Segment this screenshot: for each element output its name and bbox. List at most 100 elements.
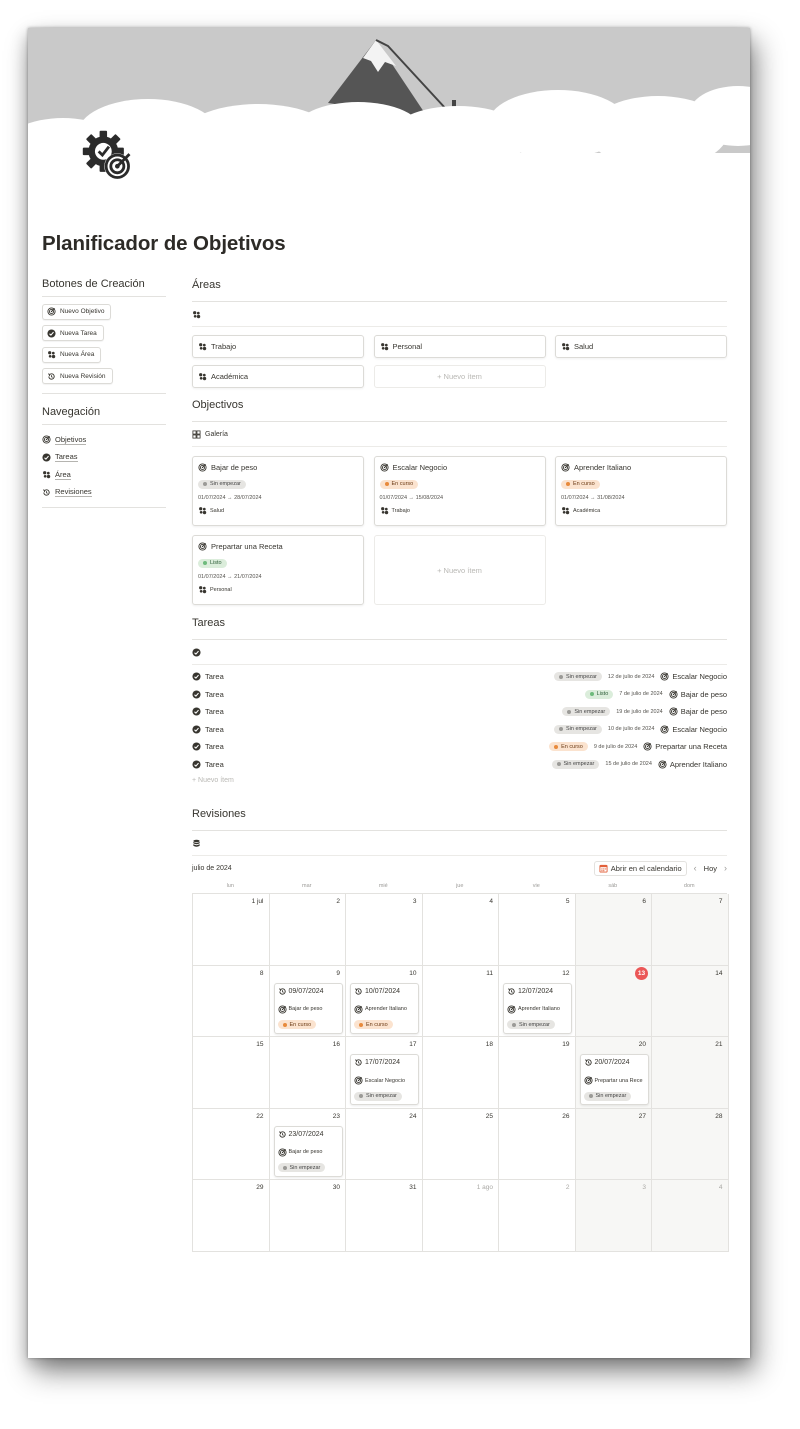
status-badge: Sin empezar xyxy=(562,707,611,717)
task-objective[interactable]: Prepartar una Receta xyxy=(643,742,727,751)
area-icon xyxy=(42,470,51,479)
task-objective[interactable]: Escalar Negocio xyxy=(660,725,727,734)
task-objective[interactable]: Escalar Negocio xyxy=(660,672,727,681)
task-row[interactable]: Tarea Sin empezar 15 de julio de 2024 Apren… xyxy=(192,756,727,774)
calendar-day-cell[interactable]: 22 xyxy=(193,1108,270,1181)
task-objective[interactable]: Bajar de peso xyxy=(669,690,727,699)
calendar-day-cell[interactable]: 2 xyxy=(269,894,346,966)
new-area-button[interactable]: Nueva Área xyxy=(42,346,102,363)
new-task-button[interactable]: Nueva Tarea xyxy=(42,325,104,341)
calendar-day-cell[interactable]: 15 xyxy=(193,1037,270,1109)
calendar-day-cell[interactable]: 20 20/07/2024 Prepartar una Rece Sin empeza… xyxy=(575,1037,652,1109)
status-badge: Sin empezar xyxy=(583,1091,632,1101)
task-row[interactable]: Tarea Listo 7 de julio de 2024 Bajar de pes… xyxy=(192,686,727,704)
review-date: 23/07/2024 xyxy=(288,1130,324,1138)
task-objective[interactable]: Aprender Italiano xyxy=(658,760,727,769)
calendar-day-cell[interactable]: 1 jul xyxy=(193,894,270,966)
calendar-day-cell[interactable]: 1 ago xyxy=(422,1180,499,1252)
review-event-card[interactable]: 20/07/2024 Prepartar una Rece Sin empezar xyxy=(579,1054,649,1106)
task-row[interactable]: Tarea Sin empezar 19 de julio de 2024 Bajar… xyxy=(192,703,727,721)
prev-month-button[interactable]: ‹ xyxy=(694,863,697,873)
review-event-card[interactable]: 12/07/2024 Aprender Italiano Sin empezar xyxy=(503,982,572,1034)
calendar-day-cell[interactable]: 9 09/07/2024 Bajar de peso En curso xyxy=(269,965,346,1038)
calendar-day-cell[interactable]: 11 xyxy=(422,965,499,1038)
task-row[interactable]: Tarea Sin empezar 10 de julio de 2024 Escal… xyxy=(192,721,727,739)
calendar-day-cell[interactable]: 5 xyxy=(499,894,576,966)
objective-card[interactable]: Aprender Italiano En curso 01/07/2024 → … xyxy=(555,456,727,526)
nav-item-area[interactable]: Área xyxy=(42,466,166,484)
status-text: Sin empezar xyxy=(566,673,597,680)
tasks-new-item-button[interactable]: + Nuevo ítem xyxy=(192,773,727,787)
calendar-day-cell[interactable]: 24 xyxy=(346,1108,423,1181)
status-text: En curso xyxy=(573,481,595,487)
target-icon xyxy=(660,725,669,734)
goal-gear-icon xyxy=(82,130,131,180)
reviews-view-tab[interactable] xyxy=(192,831,727,856)
task-row[interactable]: Tarea En curso 9 de julio de 2024 Prepartar… xyxy=(192,738,727,756)
calendar-day-cell[interactable]: 21 xyxy=(652,1037,729,1109)
calendar-day-cell[interactable]: 6 xyxy=(575,894,652,966)
status-badge: Sin empezar xyxy=(554,724,602,734)
objectives-view-tab[interactable]: Galería xyxy=(192,422,727,447)
calendar-day-cell[interactable]: 17 17/07/2024 Escalar Negocio Sin empezar xyxy=(346,1037,423,1109)
area-card-personal[interactable]: Personal xyxy=(373,335,546,358)
review-event-card[interactable]: 10/07/2024 Aprender Italiano En curso xyxy=(350,982,419,1034)
review-event-card[interactable]: 17/07/2024 Escalar Negocio Sin empezar xyxy=(350,1054,419,1106)
review-event-card[interactable]: 09/07/2024 Bajar de peso En curso xyxy=(273,982,343,1034)
objective-card[interactable]: Escalar Negocio En curso 01/07/2024 → 15… xyxy=(373,456,546,526)
area-card-academica[interactable]: Académica xyxy=(192,365,364,388)
calendar-day-cell[interactable]: 25 xyxy=(422,1108,499,1181)
calendar-day-cell[interactable]: 4 xyxy=(422,894,499,966)
calendar-day-cell[interactable]: 28 xyxy=(652,1108,729,1181)
areas-new-item-button[interactable]: + Nuevo ítem xyxy=(373,365,546,388)
nav-item-reviews[interactable]: Revisiones xyxy=(42,484,166,502)
area-card-salud[interactable]: Salud xyxy=(555,335,727,358)
objective-card[interactable]: Bajar de peso Sin empezar 01/07/2024 → 2… xyxy=(192,456,364,526)
day-number: 1 jul xyxy=(251,898,264,905)
calendar-day-cell[interactable]: 4 xyxy=(652,1180,729,1252)
calendar-day-cell[interactable]: 7 xyxy=(652,894,729,966)
review-event-card[interactable]: 23/07/2024 Bajar de peso Sin empezar xyxy=(273,1125,343,1177)
area-icon xyxy=(380,342,389,351)
calendar-day-cell[interactable]: 30 xyxy=(269,1180,346,1252)
check-circle-icon xyxy=(42,453,51,462)
calendar-day-cell[interactable]: 12 12/07/2024 Aprender Italiano Sin empezar xyxy=(499,965,576,1038)
calendar-day-cell[interactable]: 3 xyxy=(575,1180,652,1252)
calendar-day-cell[interactable]: 31 xyxy=(346,1180,423,1252)
new-objective-button[interactable]: Nuevo Objetivo xyxy=(42,303,112,320)
calendar-day-cell[interactable]: 14 xyxy=(652,965,729,1038)
target-icon xyxy=(660,672,669,681)
calendar-day-cell[interactable]: 8 xyxy=(193,965,270,1038)
status-badge: En curso xyxy=(277,1020,317,1030)
nav-item-tasks[interactable]: Tareas xyxy=(42,449,166,467)
calendar-day-cell[interactable]: 13 xyxy=(575,965,652,1038)
calendar-day-cell[interactable]: 2 xyxy=(499,1180,576,1252)
status-text: En curso xyxy=(391,481,414,487)
calendar-day-cell[interactable]: 26 xyxy=(499,1108,576,1181)
areas-view-tab[interactable] xyxy=(192,302,727,327)
task-objective[interactable]: Bajar de peso xyxy=(669,707,727,716)
area-card-trabajo[interactable]: Trabajo xyxy=(192,335,364,358)
tasks-view-tab[interactable] xyxy=(192,640,727,665)
open-in-calendar-button[interactable]: Abrir en el calendario xyxy=(593,860,687,876)
calendar-day-cell[interactable]: 16 xyxy=(269,1037,346,1109)
new-review-label: Nueva Revisión xyxy=(60,372,106,380)
day-number: 21 xyxy=(715,1041,723,1049)
nav-item-objectives[interactable]: Objetivos xyxy=(42,431,166,449)
calendar-day-cell[interactable]: 23 23/07/2024 Bajar de peso Sin empezar xyxy=(269,1108,346,1181)
calendar-day-cell[interactable]: 19 xyxy=(499,1037,576,1109)
calendar-day-cell[interactable]: 29 xyxy=(193,1180,270,1252)
next-month-button[interactable]: › xyxy=(724,863,727,873)
new-review-button[interactable]: Nueva Revisión xyxy=(42,368,113,384)
calendar-day-cell[interactable]: 18 xyxy=(422,1037,499,1109)
today-button[interactable]: Hoy xyxy=(704,864,717,873)
calendar-day-cell[interactable]: 10 10/07/2024 Aprender Italiano En curso xyxy=(346,965,423,1038)
calendar-day-cell[interactable]: 27 xyxy=(575,1108,652,1181)
calendar-icon xyxy=(599,864,608,873)
calendar-day-cell[interactable]: 3 xyxy=(346,894,423,966)
objective-card[interactable]: Prepartar una Receta Listo 01/07/2024 → … xyxy=(192,535,364,605)
objectives-new-item-button[interactable]: + Nuevo ítem xyxy=(373,535,546,605)
area-card-label: Trabajo xyxy=(211,342,237,351)
task-row[interactable]: Tarea Sin empezar 12 de julio de 2024 Escal… xyxy=(192,668,727,686)
task-objective-label: Escalar Negocio xyxy=(672,724,727,734)
